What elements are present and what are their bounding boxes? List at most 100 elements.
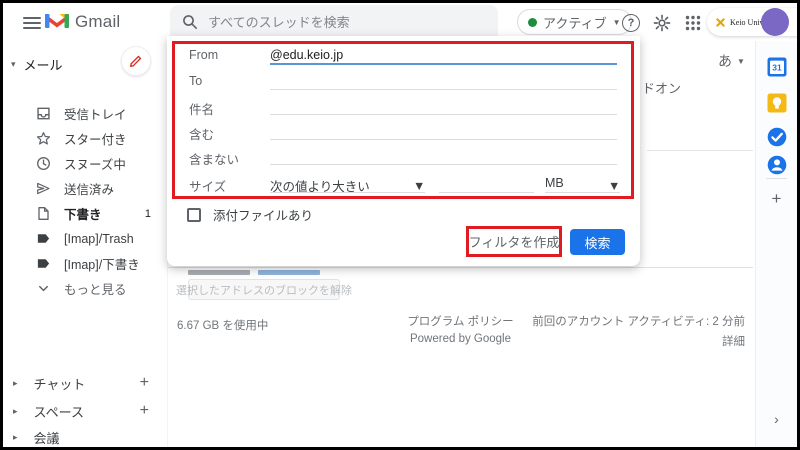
annotation-box-create-filter: フィルタを作成: [466, 226, 562, 257]
sidebar-section-chat[interactable]: ▸ チャット +: [13, 373, 159, 393]
caret-right-icon: ▸: [13, 378, 18, 389]
get-addons-button[interactable]: +: [756, 189, 797, 209]
caret-right-icon: ▸: [13, 406, 18, 417]
search-bar[interactable]: [170, 5, 498, 39]
search-button[interactable]: 検索: [570, 229, 625, 255]
account-avatar[interactable]: [761, 8, 789, 36]
from-field-label: From: [189, 48, 218, 62]
chevron-down-icon: ▼: [737, 57, 745, 66]
size-unit-select[interactable]: MB: [545, 176, 564, 190]
partial-addons-tab: ドオン: [642, 78, 681, 97]
calendar-icon[interactable]: 31: [767, 57, 787, 77]
details-link[interactable]: 詳細: [525, 333, 745, 349]
search-input[interactable]: [208, 15, 458, 30]
from-field-value[interactable]: @edu.keio.jp: [270, 48, 343, 62]
includes-field-label: 含む: [189, 124, 214, 143]
field-underline: [270, 114, 617, 115]
label-icon: [36, 256, 51, 271]
excludes-field-label: 含まない: [189, 149, 239, 168]
status-dot-icon: [528, 18, 537, 27]
star-icon: [36, 131, 51, 146]
help-icon: ?: [622, 14, 640, 32]
sidebar-item-drafts[interactable]: 下書き 1: [3, 203, 167, 224]
size-unit-underline: [545, 192, 620, 193]
pencil-icon: [129, 54, 143, 68]
attachment-checkbox[interactable]: [187, 208, 201, 222]
sidebar-item-label: 受信トレイ: [64, 104, 167, 123]
help-button[interactable]: ?: [620, 12, 642, 34]
input-tools-label: あ: [718, 51, 732, 71]
apps-grid-button[interactable]: [682, 12, 704, 34]
sidebar-item-more[interactable]: もっと見る: [3, 278, 167, 299]
chevron-down-icon: [36, 281, 51, 296]
compose-button[interactable]: [121, 46, 151, 76]
clock-icon: [36, 156, 51, 171]
collapse-panel-chevron-icon[interactable]: ›: [756, 411, 797, 427]
attachment-label: 添付ファイルあり: [213, 205, 313, 224]
contacts-icon[interactable]: [767, 155, 787, 175]
size-operator-underline: [270, 192, 425, 193]
size-unit-value: MB: [545, 176, 564, 190]
unblock-addresses-button[interactable]: 選択したアドレスのブロックを解除: [188, 279, 340, 300]
caret-down-icon: ▾: [11, 59, 16, 70]
to-field-label: To: [189, 74, 202, 88]
inbox-icon: [36, 106, 51, 121]
sidebar-item-label: [Imap]/下書き: [64, 254, 167, 273]
sidebar-item-starred[interactable]: スター付き: [3, 128, 167, 149]
search-filter-popup: From @edu.keio.jp To 件名 含む 含まない サイズ 次の値よ…: [167, 36, 640, 266]
sidebar-section-spaces[interactable]: ▸ スペース +: [13, 401, 159, 421]
storage-usage: 6.67 GB を使用中: [177, 317, 268, 333]
chevron-down-icon: ▼: [608, 179, 620, 193]
divider: [647, 150, 753, 151]
caret-right-icon: ▸: [13, 432, 18, 443]
sidebar-item-label: 送信済み: [64, 179, 167, 198]
sidebar-item-imap-drafts[interactable]: [Imap]/下書き: [3, 253, 167, 274]
mail-section-label: メール: [24, 55, 63, 74]
from-field-underline: [270, 63, 617, 65]
app-title: Gmail: [75, 12, 120, 32]
sidebar-item-imap-trash[interactable]: [Imap]/Trash: [3, 228, 167, 249]
field-underline: [270, 164, 617, 165]
svg-text:31: 31: [772, 63, 782, 73]
size-field-label: サイズ: [189, 176, 226, 195]
obscured-text-fragment: [188, 270, 250, 275]
new-chat-button[interactable]: +: [140, 374, 159, 392]
sidebar-item-label: [Imap]/Trash: [64, 232, 167, 246]
sidebar-item-label: スヌーズ中: [64, 154, 167, 173]
create-filter-button[interactable]: フィルタを作成: [469, 232, 560, 251]
keio-logo-icon: [716, 18, 725, 27]
label-icon: [36, 231, 51, 246]
drafts-count-badge: 1: [145, 208, 167, 220]
tasks-icon[interactable]: [767, 127, 787, 147]
section-label: 会議: [34, 428, 60, 447]
settings-button[interactable]: [651, 12, 673, 34]
section-label: チャット: [34, 374, 86, 393]
sidebar-item-snoozed[interactable]: スヌーズ中: [3, 153, 167, 174]
search-icon: [182, 14, 198, 30]
status-selector[interactable]: アクティブ ▼: [517, 9, 632, 35]
chevron-down-icon: ▼: [413, 179, 425, 193]
section-label: スペース: [34, 402, 84, 421]
new-space-button[interactable]: +: [140, 402, 159, 420]
sidebar-item-label: スター付き: [64, 129, 167, 148]
apps-grid-icon: [685, 15, 701, 31]
gmail-window: Gmail アクティブ ▼ ? Keio University ▾ メール: [0, 0, 800, 450]
obscured-text-fragment: [258, 270, 320, 275]
gmail-logo-icon: [45, 12, 69, 30]
divider: [766, 178, 787, 179]
size-value-underline[interactable]: [439, 192, 534, 193]
keep-icon[interactable]: [767, 93, 787, 113]
input-tools-selector[interactable]: あ ▼: [718, 51, 745, 71]
sidebar-item-sent[interactable]: 送信済み: [3, 178, 167, 199]
sidebar-nav: 受信トレイ スター付き スヌーズ中 送信済み 下書き 1: [3, 103, 167, 299]
sidebar-item-label: もっと見る: [64, 279, 167, 298]
sidebar-item-inbox[interactable]: 受信トレイ: [3, 103, 167, 124]
field-underline: [270, 139, 617, 140]
field-underline: [270, 89, 617, 90]
sidebar-mail-section[interactable]: ▾ メール: [11, 46, 161, 82]
sidebar: ▾ メール 受信トレイ スター付き スヌーズ中: [3, 41, 168, 447]
last-account-activity: 前回のアカウント アクティビティ: 2 分前: [525, 313, 745, 329]
side-panel-rail: 31 + ›: [755, 41, 797, 447]
sidebar-section-meet[interactable]: ▸ 会議: [13, 427, 159, 447]
main-menu-icon[interactable]: [23, 17, 41, 29]
